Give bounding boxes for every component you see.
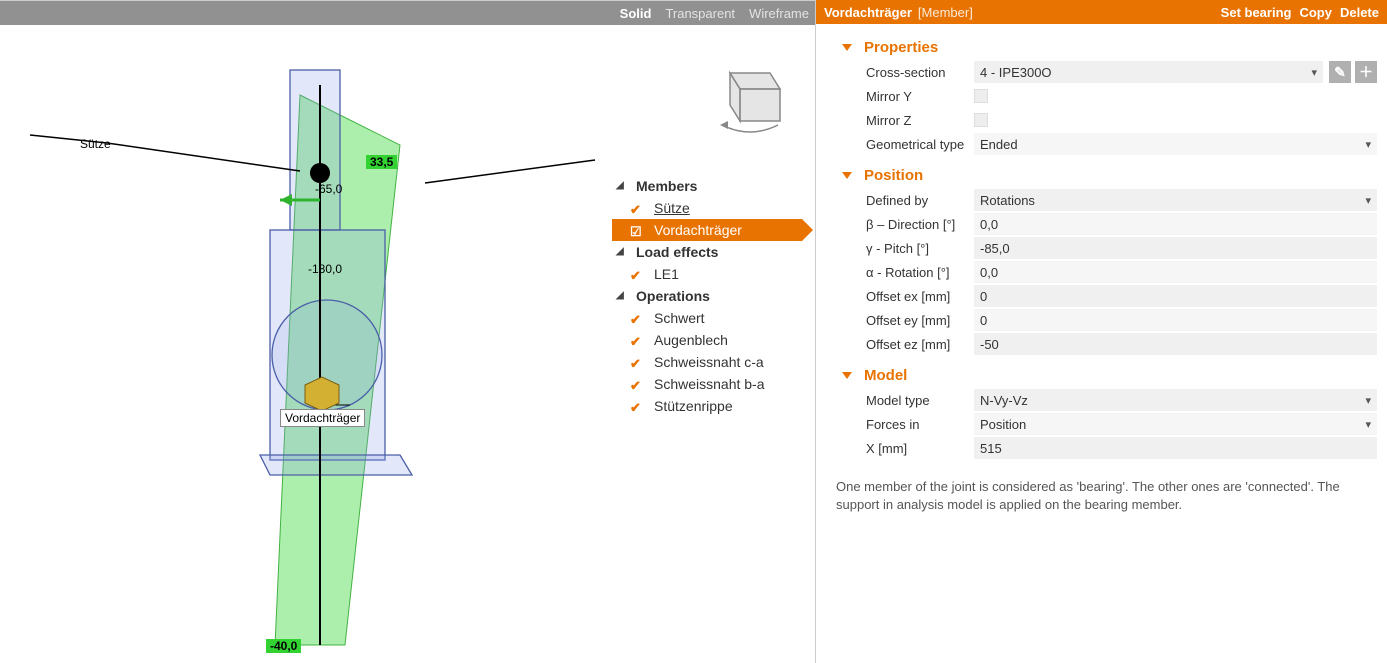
tree-item-loadeffect-0[interactable]: LE1 — [612, 263, 802, 285]
offset-ez-input[interactable]: -50 — [974, 333, 1377, 355]
scene-label-stutze: Sütze — [80, 137, 111, 151]
help-text: One member of the joint is considered as… — [836, 478, 1367, 513]
check-icon — [630, 267, 644, 281]
tree-item-operation-2[interactable]: Schweissnaht c-a — [612, 351, 802, 373]
label-x: X [mm] — [866, 441, 974, 456]
tree-header-loadeffects[interactable]: ◢Load effects — [612, 241, 802, 263]
check-icon — [630, 223, 644, 237]
label-offset-ey: Offset ey [mm] — [866, 313, 974, 328]
chevron-down-icon — [842, 372, 852, 379]
tree-item-member-0[interactable]: Sütze — [612, 197, 802, 219]
label-cross-section: Cross-section — [866, 65, 974, 80]
tree-item-operation-0[interactable]: Schwert — [612, 307, 802, 329]
defined-by-select[interactable]: Rotations — [974, 189, 1377, 211]
check-icon — [630, 399, 644, 413]
offset-ex-input[interactable]: 0 — [974, 285, 1377, 307]
properties-panel: Vordachträger [Member] Set bearing Copy … — [815, 0, 1387, 663]
cross-section-select[interactable]: 4 - IPE300O — [974, 61, 1323, 83]
label-offset-ez: Offset ez [mm] — [866, 337, 974, 352]
tree-header-operations[interactable]: ◢Operations — [612, 285, 802, 307]
scene-label-m65: -65,0 — [315, 182, 342, 196]
tree-item-operation-1[interactable]: Augenblech — [612, 329, 802, 351]
model-tree: ◢Members Sütze Vordachträger ◢Load effec… — [612, 175, 802, 417]
copy-button[interactable]: Copy — [1299, 5, 1332, 20]
view-mode-wireframe[interactable]: Wireframe — [749, 6, 809, 21]
group-position[interactable]: Position — [826, 162, 1377, 188]
label-offset-ex: Offset ex [mm] — [866, 289, 974, 304]
mirror-y-checkbox[interactable] — [974, 89, 988, 103]
scene-label-vordach: Vordachträger — [280, 409, 365, 427]
properties-subtype: [Member] — [918, 5, 973, 20]
group-model[interactable]: Model — [826, 362, 1377, 388]
check-icon — [630, 377, 644, 391]
offset-ey-input[interactable]: 0 — [974, 309, 1377, 331]
group-properties[interactable]: Properties — [826, 34, 1377, 60]
view-mode-toolbar: Solid Transparent Wireframe — [0, 1, 815, 25]
properties-title: Vordachträger — [824, 5, 912, 20]
tree-header-members[interactable]: ◢Members — [612, 175, 802, 197]
check-icon — [630, 201, 644, 215]
tree-item-member-1[interactable]: Vordachträger — [612, 219, 802, 241]
x-input[interactable]: 515 — [974, 437, 1377, 459]
label-mirror-y: Mirror Y — [866, 89, 974, 104]
geom-type-select[interactable]: Ended — [974, 133, 1377, 155]
forces-in-select[interactable]: Position — [974, 413, 1377, 435]
label-gamma: γ - Pitch [°] — [866, 241, 974, 256]
orientation-cube[interactable] — [710, 55, 790, 135]
label-forces-in: Forces in — [866, 417, 974, 432]
scene-label-33-5: 33,5 — [366, 155, 397, 169]
add-cross-section-button[interactable]: ＋ — [1355, 61, 1377, 83]
view-mode-transparent[interactable]: Transparent — [665, 6, 735, 21]
tree-item-operation-4[interactable]: Stützenrippe — [612, 395, 802, 417]
edit-cross-section-button[interactable]: ✎ — [1329, 61, 1351, 83]
label-beta: β – Direction [°] — [866, 217, 974, 232]
label-alpha: α - Rotation [°] — [866, 265, 974, 280]
scene-label-m40: -40,0 — [266, 639, 301, 653]
check-icon — [630, 355, 644, 369]
check-icon — [630, 311, 644, 325]
model-type-select[interactable]: N-Vy-Vz — [974, 389, 1377, 411]
label-defined-by: Defined by — [866, 193, 974, 208]
properties-header: Vordachträger [Member] Set bearing Copy … — [816, 0, 1387, 24]
scene-label-m180: -180,0 — [308, 262, 342, 276]
view-mode-solid[interactable]: Solid — [620, 6, 652, 21]
label-mirror-z: Mirror Z — [866, 113, 974, 128]
check-icon — [630, 333, 644, 347]
chevron-down-icon — [842, 172, 852, 179]
viewport-3d[interactable]: Sütze 33,5 -65,0 -180,0 Vordachträger -4… — [0, 25, 815, 663]
beta-input[interactable]: 0,0 — [974, 213, 1377, 235]
tree-item-operation-3[interactable]: Schweissnaht b-a — [612, 373, 802, 395]
chevron-down-icon — [842, 44, 852, 51]
gamma-input[interactable]: -85,0 — [974, 237, 1377, 259]
label-model-type: Model type — [866, 393, 974, 408]
alpha-input[interactable]: 0,0 — [974, 261, 1377, 283]
mirror-z-checkbox[interactable] — [974, 113, 988, 127]
delete-button[interactable]: Delete — [1340, 5, 1379, 20]
set-bearing-button[interactable]: Set bearing — [1221, 5, 1292, 20]
label-geom-type: Geometrical type — [866, 137, 974, 152]
